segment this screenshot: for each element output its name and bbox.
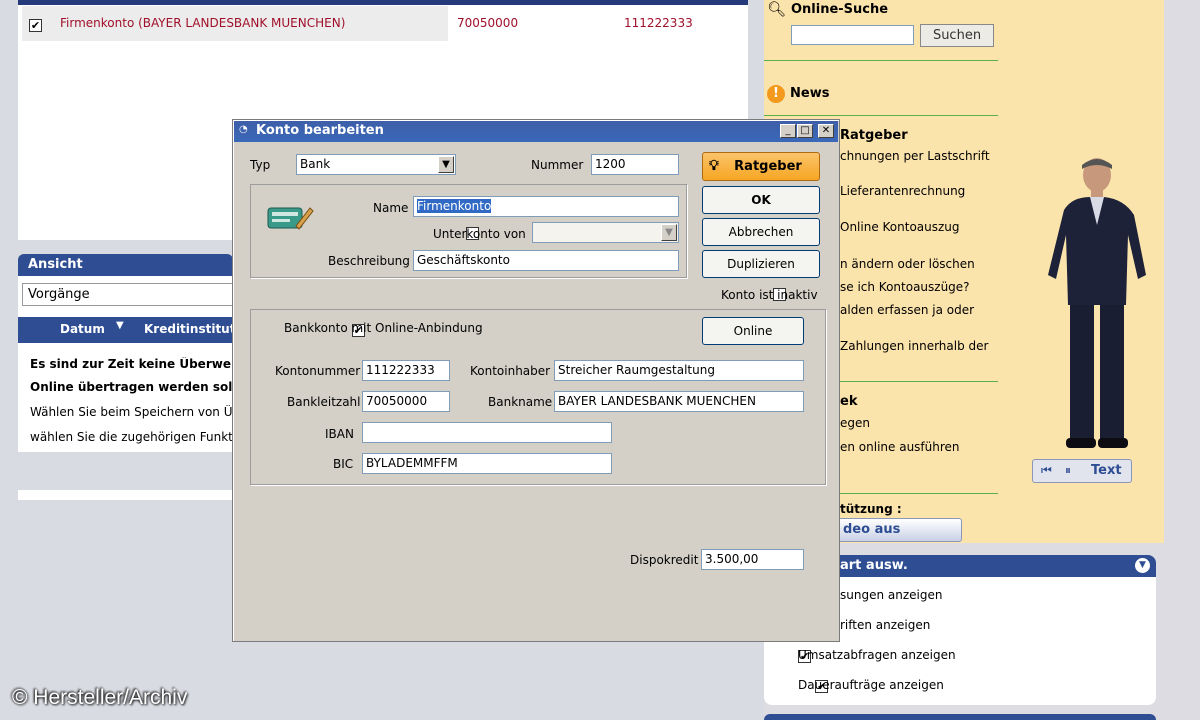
pause-icon[interactable]: ⏸ [1065,463,1071,478]
ratgeber-item[interactable]: chnungen per Lastschrift [840,149,990,163]
message-line-3: Wählen Sie beim Speichern von Übe [30,405,233,419]
name-field[interactable]: Firmenkonto [413,196,679,217]
ansicht-select-value: Vorgänge [28,287,90,302]
bottom-panel [18,490,233,500]
section2-title: ek [840,394,858,409]
section2-item[interactable]: egen [840,416,870,430]
divider [764,60,998,61]
ratgeber-item[interactable]: Online Kontoauszug [840,220,960,234]
bic-label: BIC [333,457,354,471]
dialog-titlebar[interactable]: ◔ Konto bearbeiten [234,121,838,142]
ratgeber-button-label: Ratgeber [734,159,802,174]
ratgeber-title: Ratgeber [840,128,908,143]
kontonummer-field[interactable]: 111222333 [362,360,450,381]
ratgeber-item[interactable]: alden erfassen ja oder [840,303,974,317]
chevron-down-icon[interactable]: ▼ [438,156,454,173]
bic-field[interactable]: BYLADEMMFFM [362,453,612,474]
bankname-field[interactable]: BAYER LANDESBANK MUENCHEN [554,391,804,412]
presenter-video [1048,158,1146,448]
lightbulb-icon: 💡︎ [709,158,719,174]
dispokredit-label: Dispokredit [630,553,699,567]
ansicht-select[interactable]: Vorgänge [22,283,234,306]
account-card-icon [267,207,314,230]
online-label: Bankkonto mit Online-Anbindung [284,321,483,335]
app-icon: ◔ [239,124,248,135]
message-line-2: Online übertragen werden soll [30,380,233,394]
message-line-1: Es sind zur Zeit keine Überweis [30,357,233,371]
account-row-blz: 70050000 [457,16,519,30]
col-kreditinstitut[interactable]: Kreditinstitut [144,322,235,336]
search-input[interactable] [791,25,914,45]
video-off-button[interactable]: deo aus [836,518,962,542]
account-list-header [18,0,748,5]
collapse-icon[interactable]: ▼ [1135,558,1150,573]
display-options-title: art ausw. [840,558,908,573]
ratgeber-button[interactable]: 💡︎ Ratgeber [702,152,820,181]
beschreibung-field[interactable]: Geschäftskonto [413,250,679,271]
online-button[interactable]: Online [702,317,804,345]
message-line-4: wählen Sie die zugehörigen Funktio [30,430,233,444]
chevron-down-icon[interactable]: ▼ [661,224,677,241]
account-row-name: Firmenkonto (BAYER LANDESBANK MUENCHEN) [60,16,346,30]
ratgeber-item[interactable]: Lieferantenrechnung [840,184,965,198]
typ-label: Typ [250,158,271,172]
iban-label: IBAN [325,427,354,441]
next-panel-header [764,714,1156,720]
name-label: Name [373,201,409,215]
beschreibung-label: Beschreibung [328,254,410,268]
option-label[interactable]: Daueraufträge anzeigen [798,678,944,692]
kontoinhaber-label: Kontoinhaber [470,364,551,378]
iban-field[interactable] [362,422,612,443]
option-label[interactable]: Umsatzabfragen anzeigen [798,648,956,662]
account-row-number: 111222333 [624,16,693,30]
copyright-watermark: © Hersteller/Archiv [12,686,188,709]
video-player-controls: ⏮ ⏸ Text [1032,459,1132,483]
search-icon: 🔍︎ [767,0,787,18]
ansicht-table-header: Datum ▼ Kreditinstitut [18,317,235,343]
text-toggle-button[interactable]: Text [1091,463,1122,478]
ratgeber-item[interactable]: se ich Kontoauszüge? [840,280,970,294]
ratgeber-item[interactable]: n ändern oder löschen [840,257,975,271]
account-row-checkbox[interactable]: ✔ [29,19,42,32]
option-label[interactable]: sungen anzeigen [840,588,942,602]
col-datum[interactable]: Datum [60,322,105,336]
option-label[interactable]: riften anzeigen [840,618,930,632]
dialog-title: Konto bearbeiten [256,123,384,138]
bankname-label: Bankname [488,395,553,409]
ok-button[interactable]: OK [702,186,820,214]
divider [764,115,998,116]
section2-item[interactable]: en online ausführen [840,440,960,454]
alert-icon: ! [767,85,785,103]
inaktiv-label: Konto ist inaktiv [721,288,818,302]
duplicate-button[interactable]: Duplizieren [702,250,820,278]
maximize-button[interactable]: □ [797,124,813,138]
bankleitzahl-field[interactable]: 70050000 [362,391,450,412]
typ-value: Bank [300,157,331,171]
typ-select[interactable]: Bank [296,154,456,175]
online-search-title: Online-Suche [791,2,889,17]
minimize-button[interactable]: _ [780,124,796,138]
name-value: Firmenkonto [417,199,492,213]
nummer-label: Nummer [531,158,584,172]
rewind-icon[interactable]: ⏮ [1041,463,1052,478]
unterkonto-select[interactable] [532,222,679,243]
kontonummer-label: Kontonummer [275,364,361,378]
bankleitzahl-label: Bankleitzahl [287,395,361,409]
ratgeber-item[interactable]: Zahlungen innerhalb der [840,339,988,353]
nummer-field[interactable]: 1200 [591,154,679,175]
unterkonto-label: Unterkonto von [433,227,526,241]
ansicht-title: Ansicht [28,257,83,272]
support-title: tützung : [840,502,902,516]
sort-down-icon[interactable]: ▼ [116,320,124,331]
ansicht-header: Ansicht [18,254,233,276]
kontoinhaber-field[interactable]: Streicher Raumgestaltung [554,360,804,381]
dispokredit-field[interactable]: 3.500,00 [701,549,804,570]
news-link[interactable]: News [790,86,829,101]
search-button[interactable]: Suchen [920,24,994,47]
close-button[interactable]: ✕ [818,124,834,138]
cancel-button[interactable]: Abbrechen [702,218,820,246]
